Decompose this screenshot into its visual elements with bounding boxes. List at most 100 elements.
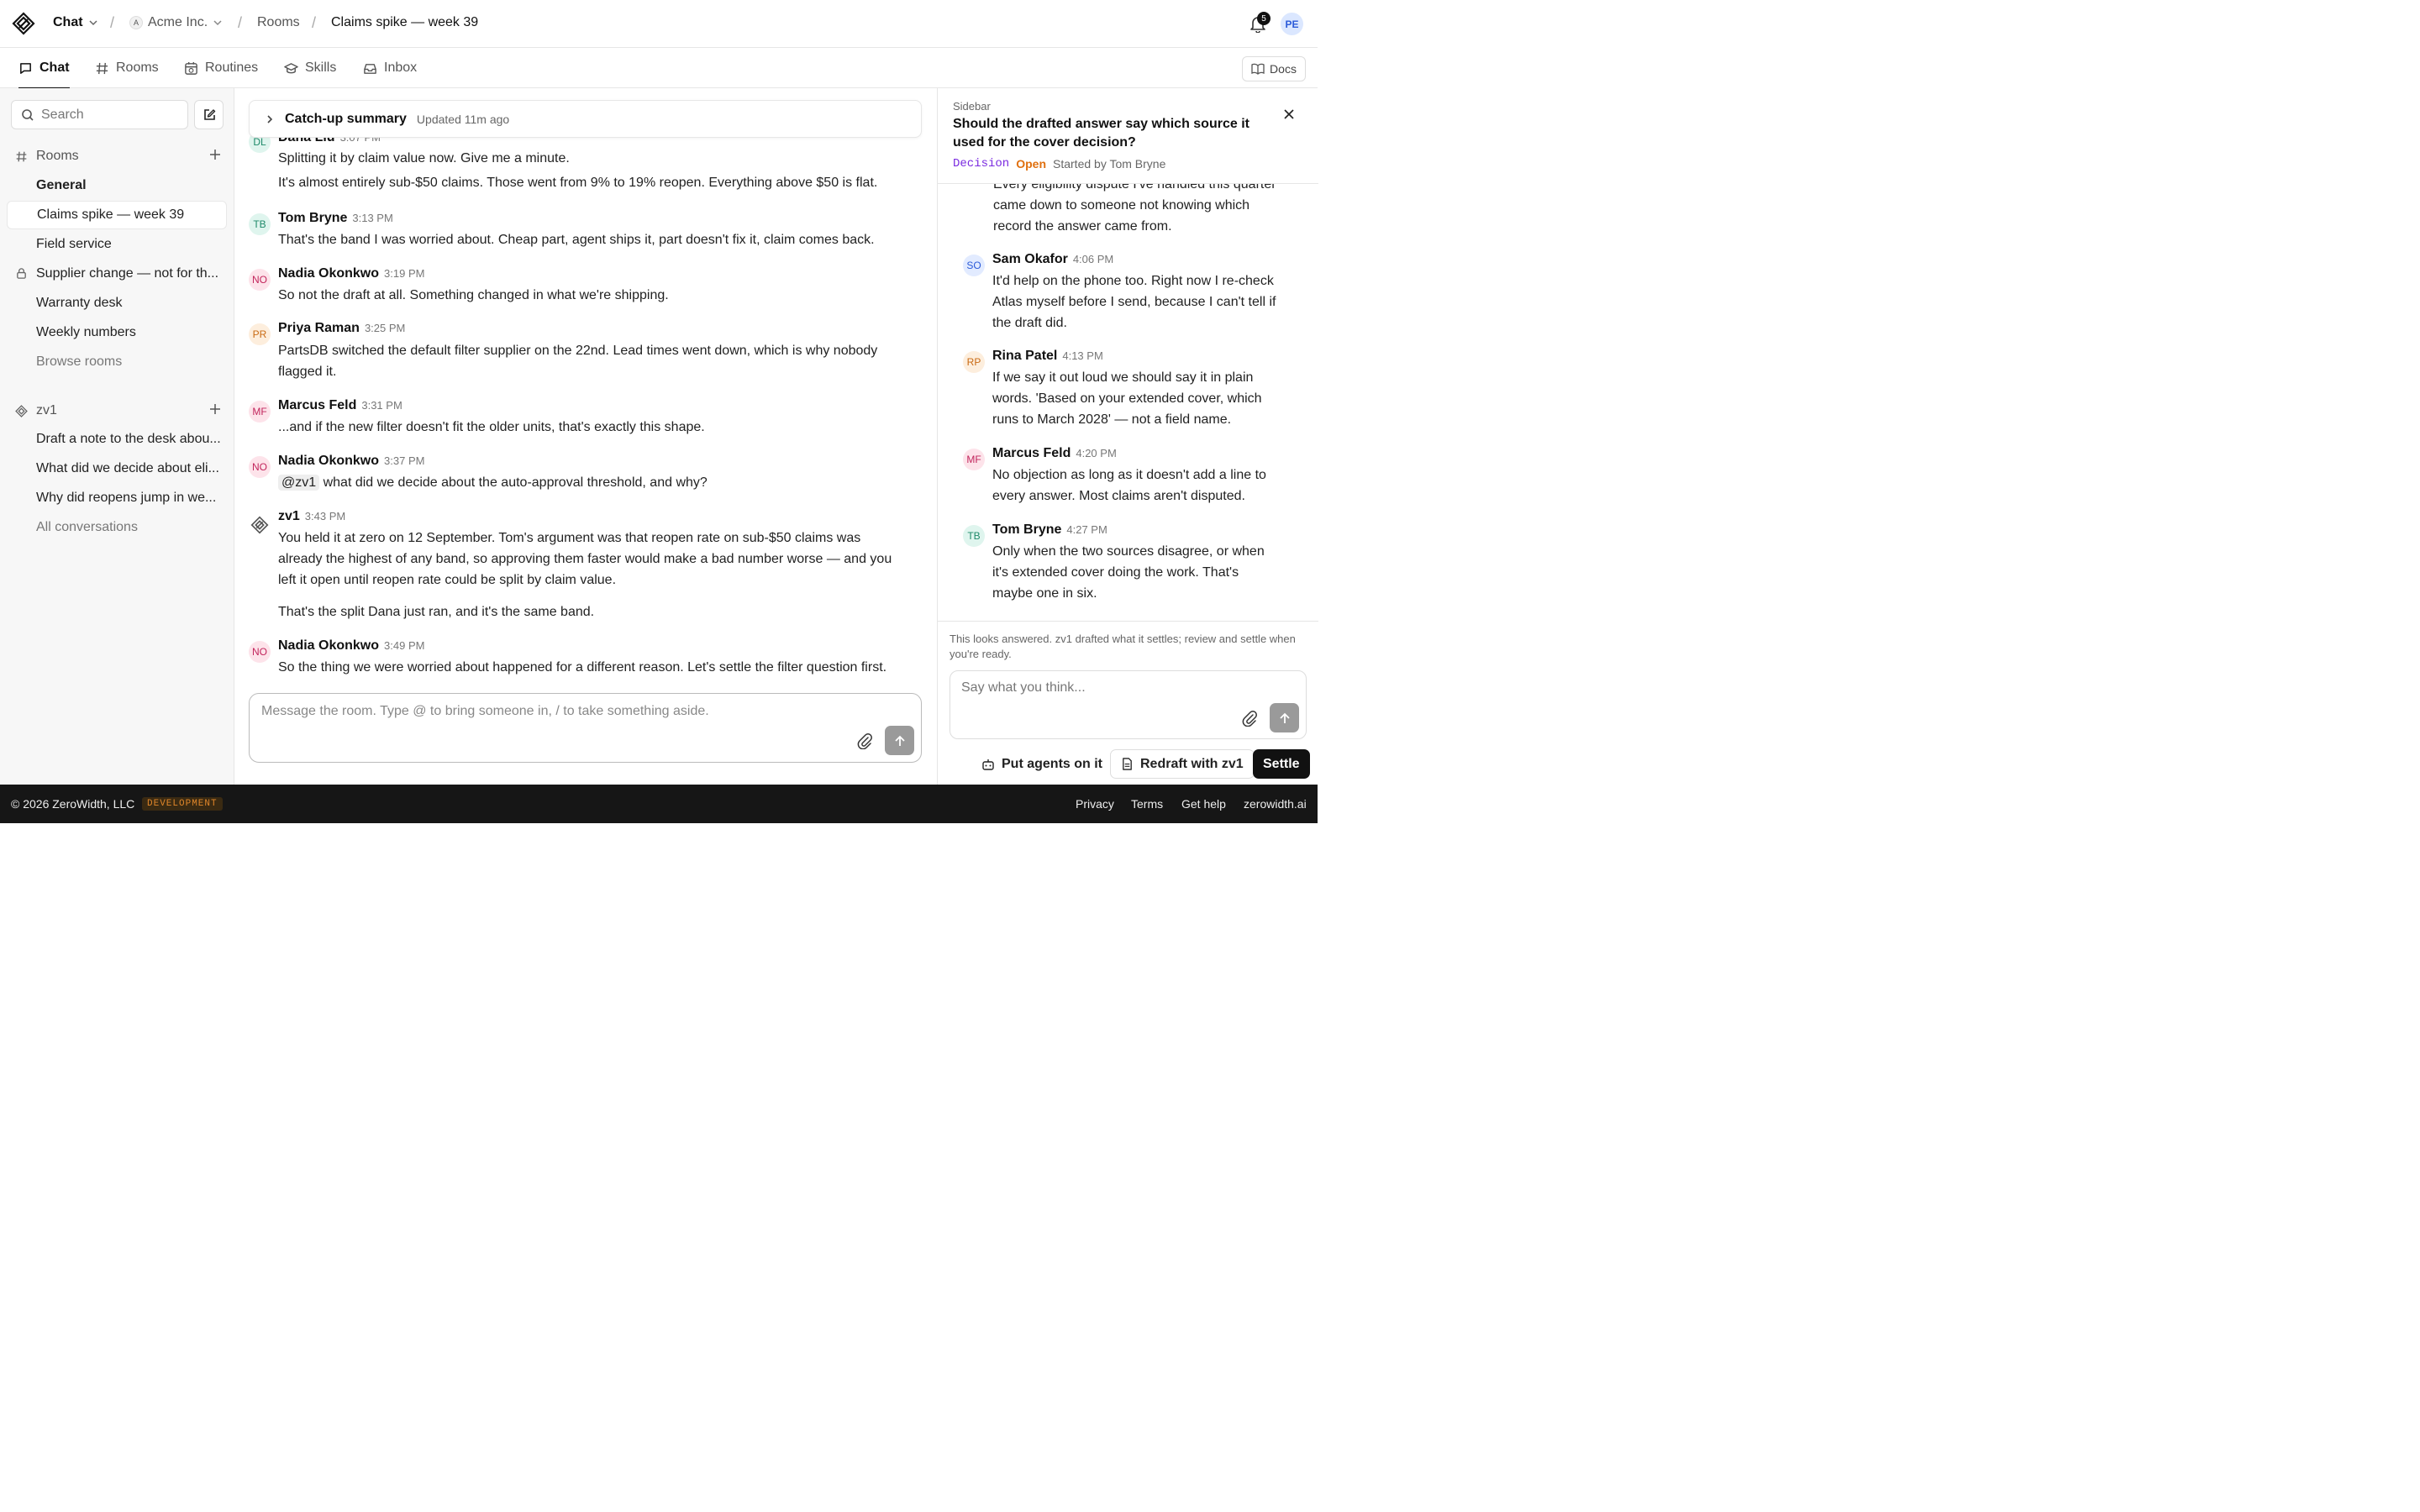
message-header: Nadia Okonkwo 3:37 PM	[278, 454, 424, 469]
app-switcher[interactable]: Chat	[53, 15, 98, 30]
paperclip-icon[interactable]	[1241, 710, 1258, 727]
rooms-sidebar: Search Rooms General Claims spike — week…	[0, 88, 234, 785]
author-name: Nadia Okonkwo	[278, 638, 380, 653]
author-name: Marcus Feld	[278, 398, 357, 412]
avatar: MF	[963, 449, 985, 470]
author-name: Rina Patel	[992, 349, 1058, 363]
sidebar-item-general[interactable]: General	[7, 171, 227, 200]
message-text: That's the band I was worried about. Che…	[278, 233, 875, 247]
footer-link-site[interactable]: zerowidth.ai	[1244, 797, 1307, 811]
sidebar-item-supplier-change[interactable]: Supplier change — not for th...	[7, 260, 227, 288]
footer-link-privacy[interactable]: Privacy	[1076, 797, 1114, 811]
breadcrumb-rooms[interactable]: Rooms	[257, 15, 300, 30]
tab-label: Inbox	[384, 60, 418, 75]
footer-link-help[interactable]: Get help	[1181, 797, 1226, 811]
tab-label: Skills	[305, 60, 337, 75]
tab-skills[interactable]: Skills	[284, 48, 336, 88]
author-name: Tom Bryne	[992, 522, 1062, 537]
message-text: So the thing we were worried about happe…	[278, 660, 887, 675]
all-conversations-link[interactable]: All conversations	[7, 513, 227, 542]
browse-rooms-link[interactable]: Browse rooms	[7, 348, 227, 376]
rooms-section-header[interactable]: Rooms	[15, 146, 222, 166]
message-header: Tom Bryne 3:13 PM	[278, 211, 393, 226]
paperclip-icon[interactable]	[856, 732, 873, 749]
agent-section-header[interactable]: zv1	[15, 401, 222, 421]
conversation-title: Draft a note to the desk abou...	[36, 432, 221, 446]
put-agents-button[interactable]: Put agents on it	[971, 749, 1113, 779]
room-name: Weekly numbers	[36, 325, 136, 339]
breadcrumb-separator: /	[312, 14, 317, 31]
message-time: 3:43 PM	[304, 510, 346, 522]
conversation-item[interactable]: Draft a note to the desk abou...	[7, 425, 227, 454]
new-conversation-icon[interactable]	[208, 402, 222, 416]
tab-inbox[interactable]: Inbox	[363, 48, 417, 88]
thread-reply-box[interactable]: Say what you think...	[950, 670, 1307, 739]
settle-hint: This looks answered. zv1 drafted what it…	[950, 633, 1296, 660]
settle-button[interactable]: Settle	[1253, 749, 1310, 779]
author-name: Nadia Okonkwo	[278, 454, 380, 468]
avatar: RP	[963, 351, 985, 373]
sidebar-item-field-service[interactable]: Field service	[7, 230, 227, 259]
avatar: NO	[249, 641, 271, 663]
message-body: what did we decide about the auto-approv…	[323, 475, 708, 490]
environment-badge: DEVELOPMENT	[142, 797, 223, 811]
user-avatar[interactable]: PE	[1281, 13, 1303, 35]
room-name: Supplier change — not for th...	[36, 266, 219, 281]
sidebar-item-claims-spike[interactable]: Claims spike — week 39	[7, 201, 227, 229]
message-text: So not the draft at all. Something chang…	[278, 288, 669, 302]
graduation-cap-icon	[284, 62, 298, 73]
search-input[interactable]: Search	[41, 108, 84, 123]
send-button[interactable]	[1270, 703, 1299, 732]
chat-bubble-icon	[20, 62, 31, 74]
tab-rooms[interactable]: Rooms	[95, 48, 159, 88]
message-header: Marcus Feld 4:20 PM	[992, 446, 1117, 461]
message-header: Marcus Feld 3:31 PM	[278, 398, 402, 413]
send-button[interactable]	[885, 726, 914, 755]
search-box[interactable]: Search	[11, 100, 188, 129]
add-room-icon[interactable]	[208, 148, 222, 161]
org-name: Acme Inc.	[148, 15, 208, 29]
message-time: 3:37 PM	[384, 454, 425, 467]
room-name: Claims spike — week 39	[37, 207, 185, 222]
room-name: Warranty desk	[36, 296, 123, 310]
thread-footer: This looks answered. zv1 drafted what it…	[938, 621, 1318, 785]
sidebar-item-warranty-desk[interactable]: Warranty desk	[7, 289, 227, 318]
app-name: Chat	[53, 15, 83, 29]
thread-label: Sidebar	[953, 100, 991, 113]
calendar-clock-icon	[185, 61, 197, 75]
sidebar-item-weekly-numbers[interactable]: Weekly numbers	[7, 318, 227, 347]
inbox-icon	[364, 63, 376, 74]
docs-button[interactable]: Docs	[1242, 56, 1306, 81]
message-time: 4:27 PM	[1066, 523, 1107, 536]
org-switcher[interactable]: A Acme Inc.	[129, 15, 223, 30]
tab-chat[interactable]: Chat	[18, 48, 70, 89]
tab-label: Rooms	[116, 60, 159, 75]
thread-type-badge: Decision	[953, 157, 1010, 171]
avatar: TB	[249, 213, 271, 235]
redraft-button[interactable]: Redraft with zv1	[1110, 749, 1255, 779]
conversation-item[interactable]: What did we decide about eli...	[7, 454, 227, 483]
message-text: Splitting it by claim value now. Give me…	[278, 151, 570, 165]
thread-status-badge: Open	[1016, 157, 1046, 171]
conversation-item[interactable]: Why did reopens jump in we...	[7, 484, 227, 512]
message-composer[interactable]: Message the room. Type @ to bring someon…	[249, 693, 922, 763]
notification-count-badge: 5	[1257, 12, 1270, 25]
agent-mention[interactable]: @zv1	[278, 475, 320, 491]
message-input[interactable]: Message the room. Type @ to bring someon…	[261, 704, 709, 719]
message-text: If we say it out loud we should say it i…	[992, 370, 1262, 427]
close-icon[interactable]	[1282, 108, 1296, 121]
tab-routines[interactable]: Routines	[184, 48, 258, 88]
catch-up-summary[interactable]: Catch-up summary Updated 11m ago	[249, 100, 922, 138]
zerowidth-logo-icon[interactable]	[12, 12, 35, 35]
message-time: 3:13 PM	[352, 212, 393, 224]
chat-main: Catch-up summary Updated 11m ago DL Dana…	[235, 88, 937, 785]
hash-icon	[16, 151, 27, 161]
message-time: 4:13 PM	[1062, 349, 1103, 362]
new-message-button[interactable]	[194, 100, 224, 129]
avatar: MF	[249, 401, 271, 423]
author-name: Priya Raman	[278, 321, 360, 335]
avatar: SO	[963, 255, 985, 276]
copyright: © 2026 ZeroWidth, LLC	[11, 797, 135, 811]
thread-reply-input[interactable]: Say what you think...	[961, 680, 1086, 696]
footer-link-terms[interactable]: Terms	[1131, 797, 1163, 811]
